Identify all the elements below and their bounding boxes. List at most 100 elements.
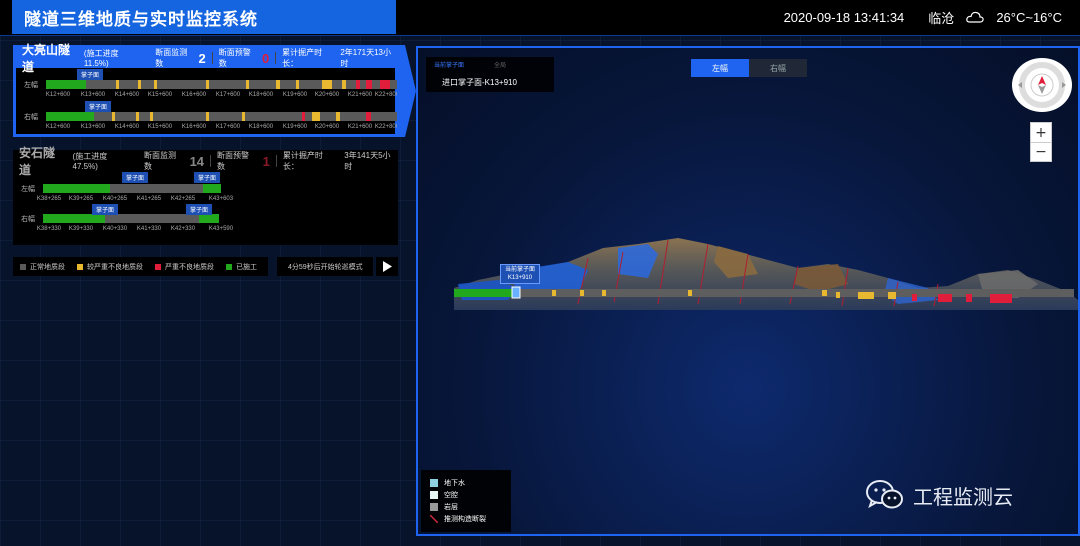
legend-label: 严重不良地质段 [165, 263, 214, 271]
tunnel-progress: (施工进度11.5%) [83, 49, 119, 68]
terrain-model [454, 238, 1078, 310]
legend-label: 地下水 [444, 480, 465, 487]
progress-done [203, 184, 221, 193]
segment-warning [112, 112, 115, 121]
segment-warning [150, 112, 153, 121]
tunnel-bar-right[interactable]: 右幅 掌子面 K12+600 K13+600 K14+600 K15+600 K… [16, 101, 401, 132]
legend-swatch [77, 263, 83, 270]
tick-label: K20+600 [314, 92, 340, 98]
face-tag[interactable]: 掌子面 [193, 172, 221, 183]
divider [275, 155, 277, 167]
tick-label: K17+600 [215, 124, 241, 130]
tab-left-side[interactable]: 左幅 [691, 59, 749, 77]
tick-label: K39+265 [68, 196, 94, 202]
bar-label: 右幅 [21, 216, 35, 223]
legend-label: 较严重不良地质段 [87, 263, 143, 271]
tunnel-bar-left[interactable]: 左幅 掌子面 掌子面 K38+265 K39+265 K40+265 K41+2… [13, 172, 398, 204]
segment-warning [312, 112, 320, 121]
face-tabs: 当前掌子面 全局 [426, 57, 554, 71]
segment-warning [246, 80, 249, 89]
face-info-panel: 当前掌子面 全局 进口掌子面-K13+910 [426, 57, 554, 92]
temperature: 26°C~16°C [996, 9, 1062, 25]
tunnel-bar-right[interactable]: 右幅 掌子面 掌子面 K38+330 K39+330 K40+330 K41+3… [13, 204, 398, 236]
compass-widget[interactable] [1012, 58, 1072, 112]
tab-current-face[interactable]: 当前掌子面 [434, 60, 464, 69]
bar-ticks: K38+330 K39+330 K40+330 K41+330 K42+330 … [37, 226, 398, 236]
time-value: 3年141天5小时 [344, 151, 391, 171]
monitor-count: 14 [189, 153, 205, 169]
legend-label: 岩层 [444, 504, 458, 511]
progress-done [43, 214, 105, 223]
legend-label: 推测构造断裂 [444, 516, 486, 523]
warning-count: 0 [261, 50, 270, 66]
face-tag[interactable]: 掌子面 [91, 204, 119, 215]
segment-danger [366, 80, 372, 89]
tick-label: K39+330 [68, 226, 94, 232]
segment-danger [380, 80, 390, 89]
warning-label: 断面预警数 [218, 48, 251, 68]
tunnel-card-daliangshan[interactable]: 大亮山隧道 (施工进度11.5%) 断面监测数 2 断面预警数 0 累计掘产时长… [13, 43, 401, 137]
tick-label: K19+600 [282, 92, 308, 98]
time-label: 累计掘产时长： [282, 48, 323, 68]
legend-swatch [20, 263, 26, 270]
zoom-out-button[interactable]: − [1031, 142, 1051, 161]
fault-line-icon [430, 515, 438, 523]
city-name: 临沧 [928, 10, 955, 26]
zoom-control: + − [1030, 122, 1052, 162]
title-box: 隧道三维地质与实时监控系统 [12, 0, 396, 34]
tick-label: K18+600 [248, 92, 274, 98]
segment-danger [302, 112, 305, 121]
segment-warning [138, 80, 141, 89]
tab-global[interactable]: 全局 [494, 60, 506, 69]
segment-warning [116, 80, 119, 89]
tick-label: K42+265 [170, 196, 196, 202]
play-button[interactable] [376, 257, 398, 276]
segment-warning [322, 80, 332, 89]
tab-right-side[interactable]: 右幅 [749, 59, 807, 77]
legend-item: 正常地质段 [20, 262, 65, 272]
face-marker-label[interactable]: 当前掌子面 K13+910 [500, 264, 541, 284]
legend-swatch [226, 263, 232, 270]
tick-label: K12+600 [45, 92, 71, 98]
app-title: 隧道三维地质与实时监控系统 [24, 9, 258, 29]
tick-label: K18+600 [248, 124, 274, 130]
legend-item: 已施工 [226, 262, 257, 272]
legend-item: 岩层 [430, 501, 502, 513]
tick-label: K20+600 [314, 124, 340, 130]
face-tag[interactable]: 掌子面 [84, 101, 112, 112]
segment-warning [136, 112, 139, 121]
tunnel-name: 安石隧道 [19, 146, 56, 177]
progress-done [199, 214, 219, 223]
tick-label: K40+265 [102, 196, 128, 202]
legend-label: 空腔 [444, 492, 458, 499]
tick-label: K21+600 [347, 92, 373, 98]
tick-label: K21+600 [347, 124, 373, 130]
tunnel-card-header: 安石隧道 (施工进度47.5%) 断面监测数 14 断面预警数 1 累计掘产时长… [13, 146, 398, 177]
progress-track [43, 184, 221, 193]
tick-label: K17+600 [215, 92, 241, 98]
progress-done [46, 112, 94, 121]
tick-label: K15+600 [147, 124, 173, 130]
segment-danger [356, 80, 360, 89]
geology-3d-legend: 地下水 空腔 岩层 推测构造断裂 [421, 470, 511, 532]
progress-track [46, 112, 398, 121]
face-marker-station: K13+910 [507, 275, 533, 281]
segment-warning [242, 112, 245, 121]
geology-3d-view[interactable]: 当前掌子面 全局 进口掌子面-K13+910 左幅 右幅 当前掌子面 K13+9… [416, 46, 1080, 536]
compass-icon [1018, 62, 1066, 108]
tunnel-card-anshi[interactable]: 安石隧道 (施工进度47.5%) 断面监测数 14 断面预警数 1 累计掘产时长… [13, 146, 398, 245]
tunnel-card-header: 大亮山隧道 (施工进度11.5%) 断面监测数 2 断面预警数 0 累计掘产时长… [16, 43, 395, 74]
segment-warning [206, 112, 209, 121]
tick-label: K22+800 [374, 124, 400, 130]
datetime: 2020-09-18 13:41:34 [783, 9, 905, 25]
face-tag[interactable]: 掌子面 [185, 204, 213, 215]
tunnel-bar-left[interactable]: 左幅 掌子面 K12+600 K13+600 K14+600 K15+600 K… [16, 69, 401, 100]
patrol-countdown: 4分59秒后开始轮巡模式 [277, 257, 373, 276]
monitor-label: 断面监测数 [155, 48, 188, 68]
zoom-in-button[interactable]: + [1031, 123, 1051, 142]
header-bar: 隧道三维地质与实时监控系统 2020-09-18 13:41:34 临沧 26°… [0, 0, 1080, 36]
face-tag[interactable]: 掌子面 [76, 69, 104, 80]
bar-label: 右幅 [24, 114, 38, 121]
play-icon [383, 261, 392, 272]
face-tag[interactable]: 掌子面 [121, 172, 149, 183]
